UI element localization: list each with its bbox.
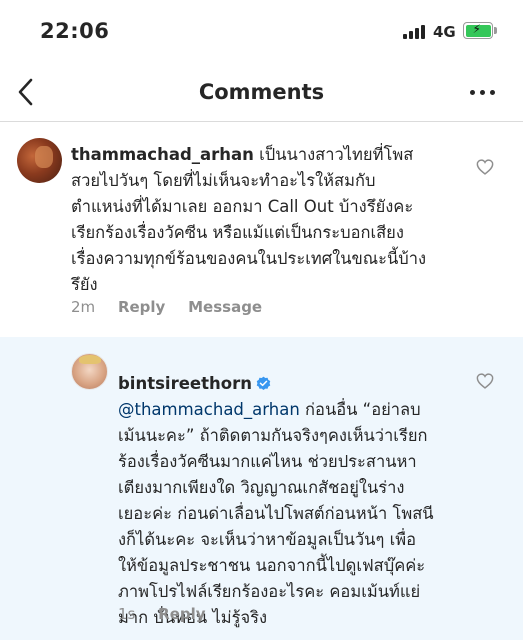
nav-bar: Comments [0, 64, 523, 122]
reply-button[interactable]: Reply [118, 298, 165, 316]
more-button[interactable] [470, 90, 500, 98]
comment-line: ร้องเรื่องวัคซีนมากแค่ไหน ช่วยประสานหา [118, 452, 417, 471]
comment-meta: 1s Reply [118, 605, 224, 623]
comment-body: thammachad_arhan เป็นนางสาวไทยที่โพส สวย… [71, 142, 466, 298]
comment-username[interactable]: bintsireethorn [118, 374, 252, 393]
comment-line: สวยไปวันๆ โดยที่ไม่เห็นจะทำอะไรให้สมกับ [71, 171, 376, 190]
comment-line: งก็ได้นะคะ จะเห็นว่าหาข้อมูลเป็นวันๆ เพื… [118, 530, 416, 549]
comment-line: เรื่องความทุกข์ร้อนของคนในประเทศในขณะนี้… [71, 249, 427, 268]
comment-line: รึยัง [71, 275, 98, 294]
comment-line: ตำแหน่งที่ได้มาเลย ออกมา Call Out บ้างรึ… [71, 197, 414, 216]
comment-line: เม้นนะคะ” ถ้าติดตามกันจริงๆคงเห็นว่าเรีย… [118, 426, 428, 445]
reply-button[interactable]: Reply [158, 605, 205, 623]
comment-meta: 2m Reply Message [71, 298, 280, 316]
comment-line: ให้ข้อมูลประชาชน นอกจากนี้ไปดูเฟสบุ๊คค่ะ [118, 556, 426, 575]
message-button[interactable]: Message [188, 298, 262, 316]
mention-link[interactable]: @thammachad_arhan [118, 400, 300, 419]
comment-line: เยอะค่ะ ก่อนด่าเลื่อนไปโพสต์ก่อนหน้า โพส… [118, 504, 434, 523]
page-title: Comments [198, 80, 325, 104]
status-time: 22:06 [40, 19, 110, 43]
comment-line: เตียงมากเพียงใด วิญญาณเกสัชอยู่ในร่าง [118, 478, 405, 497]
comment-line: bintsireethorn [118, 371, 468, 397]
network-type: 4G [433, 23, 456, 41]
comment-line: เรียกร้องเรื่องวัคซีน หรือแม้แต่เป็นกระบ… [71, 223, 404, 242]
comment-time: 2m [71, 298, 96, 316]
comment: thammachad_arhan เป็นนางสาวไทยที่โพส สวย… [0, 123, 523, 337]
battery-charging-icon [463, 22, 493, 39]
comment-line: thammachad_arhan เป็นนางสาวไทยที่โพส [71, 145, 414, 164]
avatar[interactable] [17, 138, 62, 183]
heart-outline-icon[interactable] [476, 373, 494, 389]
status-bar: 22:06 4G [0, 0, 523, 64]
comment-line: @thammachad_arhan ก่อนอื่น “อย่าลบ [118, 400, 421, 419]
verified-badge-icon [256, 376, 271, 390]
avatar[interactable] [71, 353, 108, 390]
heart-outline-icon[interactable] [476, 159, 494, 175]
comment-line: ภาพโปรไฟล์เรียกร้องอะไรคะ คอมเม้นท์แย่ [118, 582, 421, 601]
comment-body: bintsireethorn @thammachad_arhan ก่อนอื่… [118, 371, 468, 631]
comment-time: 1s [118, 605, 136, 623]
comment-username[interactable]: thammachad_arhan [71, 145, 254, 164]
cellular-signal-icon [403, 25, 425, 39]
reply-comment: bintsireethorn @thammachad_arhan ก่อนอื่… [0, 337, 523, 640]
battery-cap [494, 27, 497, 34]
